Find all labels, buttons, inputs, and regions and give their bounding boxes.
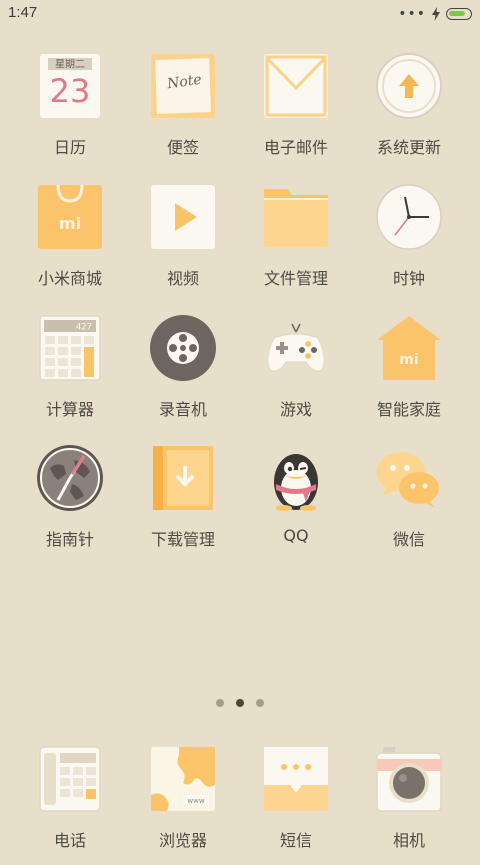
app-label: 电子邮件 — [263, 138, 328, 157]
dock-camera[interactable]: 相机 — [349, 745, 469, 865]
app-calendar[interactable]: 星期二 23 日历 — [10, 52, 130, 172]
app-label: 时钟 — [392, 269, 425, 288]
messages-icon — [264, 747, 328, 811]
app-recorder[interactable]: 录音机 — [123, 314, 243, 434]
calculator-icon: 427 — [39, 315, 101, 381]
app-games[interactable]: 游戏 — [236, 314, 356, 434]
compass-icon — [37, 445, 103, 511]
wechat-icon — [377, 452, 439, 508]
browser-www-text: www — [187, 797, 204, 805]
browser-icon: www — [151, 747, 215, 811]
app-notes[interactable]: Note 便签 — [123, 52, 243, 172]
phone-icon — [39, 746, 101, 812]
app-compass[interactable]: 指南针 — [10, 444, 130, 564]
battery-icon — [446, 8, 472, 20]
app-calculator[interactable]: 427 计算器 — [10, 314, 130, 434]
dock: 电话 www 浏览器 短信 相机 — [0, 742, 480, 852]
app-mi-store[interactable]: mi 小米商城 — [10, 183, 130, 303]
status-bar: 1:47 ••• — [0, 0, 480, 28]
status-time: 1:47 — [8, 4, 38, 21]
battery-level-fill — [449, 11, 465, 16]
clock-icon — [376, 184, 442, 250]
app-label: 小米商城 — [37, 269, 102, 288]
page-dot-active[interactable] — [236, 699, 244, 707]
smart-home-icon: mi — [377, 316, 441, 380]
app-label: 录音机 — [158, 400, 207, 419]
email-icon — [264, 54, 328, 118]
page-dot[interactable] — [216, 699, 224, 707]
dock-messages[interactable]: 短信 — [236, 745, 356, 865]
app-label: 便签 — [166, 138, 199, 157]
recorder-icon — [150, 315, 216, 381]
page-indicator — [0, 699, 480, 709]
app-label: 系统更新 — [376, 138, 441, 157]
svg-text:mi: mi — [399, 352, 418, 368]
app-label: 微信 — [392, 530, 425, 549]
games-icon — [267, 323, 325, 372]
charging-icon — [432, 7, 440, 21]
calendar-weekday: 星期二 — [55, 59, 85, 71]
app-label: 浏览器 — [158, 831, 207, 850]
system-update-icon — [376, 53, 442, 119]
calendar-day: 23 — [50, 72, 91, 110]
more-notifications-icon: ••• — [398, 6, 426, 22]
app-email[interactable]: 电子邮件 — [236, 52, 356, 172]
svg-text:mi: mi — [59, 214, 81, 233]
app-label: 日历 — [53, 138, 86, 157]
app-clock[interactable]: 时钟 — [349, 183, 469, 303]
app-label: 智能家庭 — [376, 400, 441, 419]
calendar-icon: 星期二 23 — [40, 54, 100, 118]
page-dot[interactable] — [256, 699, 264, 707]
notes-icon: Note — [151, 54, 215, 118]
app-label: 电话 — [53, 831, 86, 850]
downloads-icon — [153, 446, 213, 510]
calculator-display: 427 — [76, 323, 92, 333]
video-icon — [151, 185, 215, 249]
app-smart-home[interactable]: mi 智能家庭 — [349, 314, 469, 434]
app-downloads[interactable]: 下载管理 — [123, 444, 243, 564]
file-manager-icon — [264, 189, 328, 247]
app-label: QQ — [283, 526, 309, 545]
app-label: 游戏 — [279, 400, 312, 419]
app-label: 视频 — [166, 269, 199, 288]
app-label: 文件管理 — [263, 269, 328, 288]
app-label: 相机 — [392, 831, 425, 850]
app-file-manager[interactable]: 文件管理 — [236, 183, 356, 303]
app-label: 短信 — [279, 831, 312, 850]
dock-browser[interactable]: www 浏览器 — [123, 745, 243, 865]
app-wechat[interactable]: 微信 — [349, 444, 469, 564]
mi-store-icon: mi — [38, 184, 102, 249]
dock-phone[interactable]: 电话 — [10, 745, 130, 865]
camera-icon — [376, 747, 442, 812]
app-label: 指南针 — [45, 530, 94, 549]
app-video[interactable]: 视频 — [123, 183, 243, 303]
app-qq[interactable]: QQ — [236, 444, 356, 564]
app-label: 计算器 — [45, 400, 94, 419]
status-icons: ••• — [398, 6, 472, 22]
app-system-update[interactable]: 系统更新 — [349, 52, 469, 172]
app-label: 下载管理 — [150, 530, 215, 549]
qq-icon — [274, 454, 318, 511]
